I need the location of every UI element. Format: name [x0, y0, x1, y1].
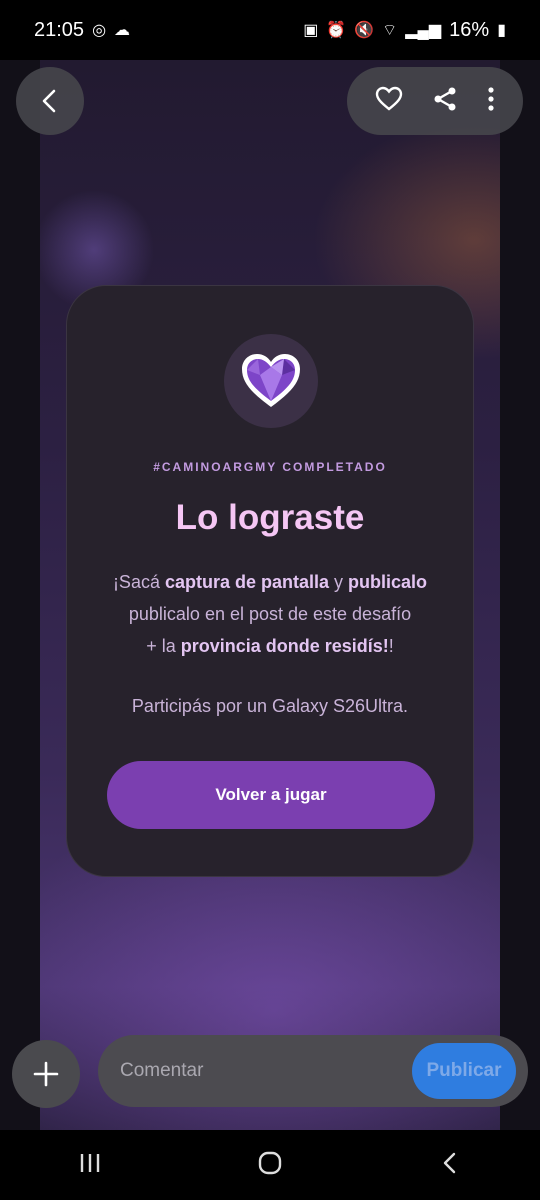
top-actions: [347, 67, 523, 135]
plus-icon: [33, 1061, 59, 1087]
system-nav-bar: [0, 1130, 540, 1200]
comment-bar: Comentar Publicar: [98, 1035, 528, 1107]
play-again-button[interactable]: Volver a jugar: [107, 761, 435, 829]
share-button[interactable]: [432, 86, 458, 117]
left-edge: [0, 60, 40, 1150]
battery-percent: 16%: [449, 18, 490, 41]
comment-input[interactable]: Comentar: [120, 1035, 203, 1107]
right-edge: [500, 60, 540, 1150]
heart-icon: [376, 86, 403, 111]
cloud-icon: ☁: [114, 22, 131, 39]
battery-icon: ▮: [497, 22, 506, 39]
publish-button[interactable]: Publicar: [412, 1043, 516, 1099]
card-title: Lo lograste: [175, 498, 365, 537]
back-arrow-icon: [42, 89, 56, 113]
mute-icon: 🔇: [354, 22, 375, 39]
back-button[interactable]: [16, 67, 84, 135]
prize-text: Participás por un Galaxy S26Ultra.: [131, 696, 409, 716]
home-button[interactable]: [257, 1150, 283, 1181]
clock: 21:05: [34, 18, 85, 41]
badge: [224, 334, 318, 428]
back-nav-icon: [444, 1152, 456, 1173]
whatsapp-icon: ◎: [92, 22, 107, 39]
more-button[interactable]: [487, 86, 495, 117]
completion-card: #CAMINOARGMY COMPLETADO Lo lograste ¡Sac…: [66, 285, 474, 877]
challenge-tag: #CAMINOARGMY COMPLETADO: [153, 460, 387, 474]
card-instructions: ¡Sacá captura de pantalla y publicalo pu…: [112, 572, 428, 656]
recents-icon: [80, 1153, 99, 1172]
more-vertical-icon: [488, 86, 494, 111]
battery-saver-icon: ▣: [303, 22, 319, 39]
signal-icon: ▂▄▆: [405, 22, 442, 39]
recents-button[interactable]: [78, 1151, 102, 1180]
like-button[interactable]: [375, 86, 403, 117]
status-bar: 21:05 ◎ ☁ ▣ ⏰ 🔇 ⌔ ▂▄▆ 16% ▮: [0, 0, 540, 60]
wifi-icon: ⌔: [382, 22, 398, 39]
back-nav-button[interactable]: [438, 1151, 462, 1180]
purple-gem-heart-icon: [242, 354, 300, 407]
home-icon: [258, 1151, 282, 1174]
share-icon: [434, 87, 456, 110]
add-button[interactable]: [12, 1040, 80, 1108]
alarm-icon: ⏰: [326, 22, 347, 39]
